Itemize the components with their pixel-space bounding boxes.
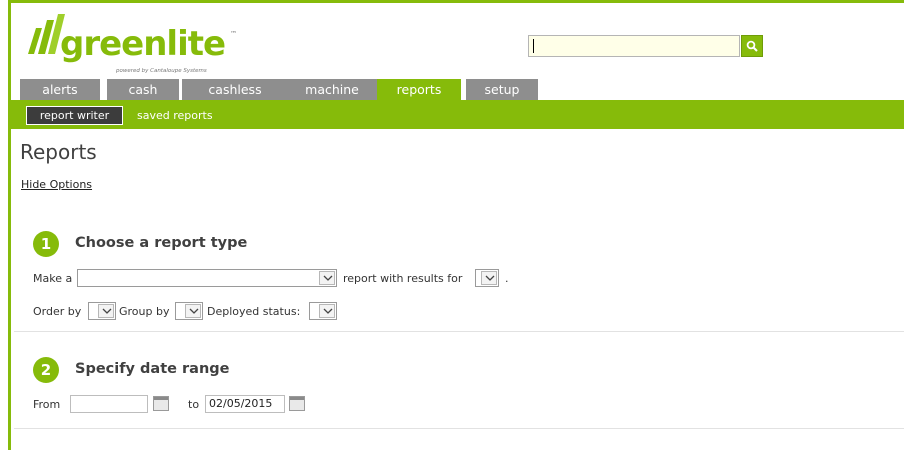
logo-wordmark: greenlite [60,24,226,64]
chevron-down-icon [319,271,335,285]
page-title: Reports [20,140,97,164]
order-by-select[interactable] [88,302,116,320]
section-divider [14,331,904,332]
magnifier-icon [746,40,758,52]
calendar-icon[interactable] [289,396,305,411]
frame-left-border [8,0,11,450]
hide-options-link[interactable]: Hide Options [21,178,92,191]
step-1-badge: 1 [33,231,59,257]
tab-setup[interactable]: setup [466,79,538,100]
tab-alerts[interactable]: alerts [20,79,100,100]
chevron-down-icon [185,304,201,318]
to-label: to [188,398,200,411]
make-a-label: Make a [33,272,73,285]
from-label: From [33,398,61,411]
greenlite-logo[interactable]: greenlite ™ powered by Cantaloupe System… [24,14,244,78]
report-type-select[interactable] [77,269,337,287]
sentence-period: . [505,272,509,285]
chevron-down-icon [319,304,335,318]
to-date-input[interactable]: 02/05/2015 [205,395,285,413]
deployed-status-select[interactable] [309,302,337,320]
tab-cashless[interactable]: cashless [182,79,288,100]
subnav-saved-reports[interactable]: saved reports [137,106,213,125]
frame-top-border [8,0,904,3]
chevron-down-icon [481,271,497,285]
search-input[interactable] [528,35,740,57]
deployed-status-label: Deployed status: [207,305,301,318]
search-caret [533,39,534,53]
results-for-label: report with results for [343,272,463,285]
tab-cash[interactable]: cash [107,79,179,100]
search-button[interactable] [741,35,763,57]
subnav-report-writer[interactable]: report writer [26,106,123,125]
group-by-select[interactable] [175,302,203,320]
from-date-input[interactable] [70,395,148,413]
chevron-down-icon [98,304,114,318]
tab-machine[interactable]: machine [275,79,389,100]
step-2-badge: 2 [33,357,59,383]
results-for-select[interactable] [475,269,499,287]
section-divider [14,428,904,429]
logo-trademark: ™ [230,30,237,38]
step-2-title: Specify date range [75,361,230,377]
calendar-icon[interactable] [153,396,169,411]
tab-reports[interactable]: reports [377,79,461,101]
step-1-title: Choose a report type [75,235,248,251]
logo-powered-by: powered by Cantaloupe Systems [116,68,207,74]
group-by-label: Group by [119,305,170,318]
order-by-label: Order by [33,305,82,318]
